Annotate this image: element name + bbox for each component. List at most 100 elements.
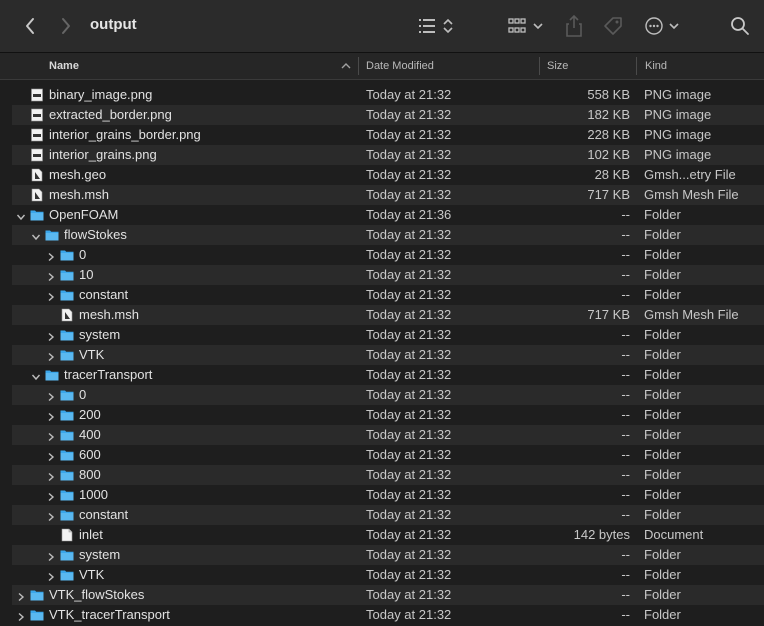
row-name: OpenFOAM (49, 207, 119, 222)
row-size: 558 KB (587, 87, 630, 102)
row-kind: Folder (644, 407, 681, 422)
column-divider[interactable] (539, 57, 540, 75)
row-size: -- (621, 587, 630, 602)
row-kind: Folder (644, 227, 681, 242)
table-row[interactable]: VTK_tracerTransport Today at 21:32 -- Folde… (12, 605, 764, 625)
column-header-date[interactable]: Date Modified (366, 53, 434, 79)
table-row[interactable]: system Today at 21:32 -- Folder (12, 545, 764, 565)
row-name: mesh.msh (49, 187, 109, 202)
chevron-right-icon[interactable] (46, 290, 56, 302)
column-header-kind[interactable]: Kind (645, 53, 667, 79)
table-row[interactable]: 1000 Today at 21:32 -- Folder (12, 485, 764, 505)
table-row[interactable]: interior_grains_border.png Today at 21:32… (12, 125, 764, 145)
chevron-right-icon[interactable] (16, 610, 26, 622)
chevron-up-icon[interactable] (340, 60, 352, 72)
folder-icon (60, 508, 74, 522)
chevron-right-icon[interactable] (46, 510, 56, 522)
row-date-modified: Today at 21:32 (366, 587, 452, 602)
table-row[interactable]: 200 Today at 21:32 -- Folder (12, 405, 764, 425)
chevron-right-icon[interactable] (46, 270, 56, 282)
table-row[interactable]: OpenFOAM Today at 21:36 -- Folder (12, 205, 764, 225)
row-kind: Folder (644, 607, 681, 622)
row-kind: Folder (644, 547, 681, 562)
row-size: -- (621, 467, 630, 482)
chevron-right-icon[interactable] (46, 490, 56, 502)
chevron-right-icon[interactable] (46, 450, 56, 462)
table-row[interactable]: 0 Today at 21:32 -- Folder (12, 385, 764, 405)
table-row[interactable]: 800 Today at 21:32 -- Folder (12, 465, 764, 485)
row-date-modified: Today at 21:32 (366, 467, 452, 482)
table-row[interactable]: constant Today at 21:32 -- Folder (12, 285, 764, 305)
table-row[interactable]: VTK Today at 21:32 -- Folder (12, 345, 764, 365)
gmsh-file-icon (30, 188, 44, 202)
chevron-right-icon[interactable] (16, 590, 26, 602)
row-kind: Folder (644, 247, 681, 262)
chevron-right-icon[interactable] (46, 570, 56, 582)
folder-icon (45, 368, 59, 382)
chevron-right-icon[interactable] (54, 14, 78, 38)
table-row[interactable]: tracerTransport Today at 21:32 -- Folder (12, 365, 764, 385)
table-row[interactable]: mesh.msh Today at 21:32 717 KB Gmsh Mesh Fi… (12, 185, 764, 205)
grid-view-icon[interactable] (506, 14, 548, 38)
table-row[interactable]: binary_image.png Today at 21:32 558 KB PNG … (12, 85, 764, 105)
column-divider[interactable] (358, 57, 359, 75)
table-row[interactable]: system Today at 21:32 -- Folder (12, 325, 764, 345)
folder-icon (30, 588, 44, 602)
column-header: Name Date Modified Size Kind (0, 53, 764, 80)
chevron-down-icon[interactable] (16, 210, 26, 221)
row-name: system (79, 547, 121, 562)
image-file-icon (30, 88, 44, 102)
chevron-right-icon[interactable] (46, 430, 56, 442)
column-divider[interactable] (636, 57, 637, 75)
row-name: interior_grains_border.png (49, 127, 201, 142)
chevron-right-icon[interactable] (46, 330, 56, 342)
table-row[interactable]: mesh.geo Today at 21:32 28 KB Gmsh...etry F… (12, 165, 764, 185)
table-row[interactable]: extracted_border.png Today at 21:32 182 KB… (12, 105, 764, 125)
table-row[interactable]: interior_grains.png Today at 21:32 102 KB P… (12, 145, 764, 165)
row-name: constant (79, 507, 129, 522)
table-row[interactable]: 400 Today at 21:32 -- Folder (12, 425, 764, 445)
column-header-size[interactable]: Size (547, 53, 568, 79)
row-date-modified: Today at 21:32 (366, 107, 452, 122)
table-row[interactable]: inlet Today at 21:32 142 bytes Document (12, 525, 764, 545)
chevron-down-icon[interactable] (31, 370, 41, 381)
image-file-icon (30, 128, 44, 142)
row-date-modified: Today at 21:32 (366, 427, 452, 442)
search-icon[interactable] (728, 14, 752, 38)
row-kind: Folder (644, 487, 681, 502)
chevron-left-icon[interactable] (18, 14, 42, 38)
share-icon[interactable] (562, 12, 586, 40)
table-row[interactable]: VTK Today at 21:32 -- Folder (12, 565, 764, 585)
row-date-modified: Today at 21:32 (366, 287, 452, 302)
row-name: 600 (79, 447, 101, 462)
table-row[interactable]: 0 Today at 21:32 -- Folder (12, 245, 764, 265)
table-row[interactable]: 600 Today at 21:32 -- Folder (12, 445, 764, 465)
chevron-right-icon[interactable] (46, 550, 56, 562)
table-row[interactable]: flowStokes Today at 21:32 -- Folder (12, 225, 764, 245)
chevron-right-icon[interactable] (46, 470, 56, 482)
folder-icon (60, 288, 74, 302)
chevron-right-icon[interactable] (46, 350, 56, 362)
row-kind: Folder (644, 287, 681, 302)
row-kind: Folder (644, 587, 681, 602)
list-view-icon[interactable] (414, 14, 460, 38)
table-row[interactable]: constant Today at 21:32 -- Folder (12, 505, 764, 525)
row-date-modified: Today at 21:32 (366, 607, 452, 622)
row-date-modified: Today at 21:32 (366, 227, 452, 242)
finder-window: output Name Date Modified Size Kind bina… (0, 0, 764, 626)
row-name: 10 (79, 267, 94, 282)
tag-icon[interactable] (600, 14, 626, 38)
chevron-right-icon[interactable] (46, 390, 56, 402)
ellipsis-icon[interactable] (642, 14, 684, 38)
folder-icon (60, 268, 74, 282)
row-size: -- (621, 567, 630, 582)
column-header-name[interactable]: Name (49, 53, 349, 79)
table-row[interactable]: 10 Today at 21:32 -- Folder (12, 265, 764, 285)
folder-icon (30, 208, 44, 222)
chevron-down-icon[interactable] (31, 230, 41, 241)
table-row[interactable]: mesh.msh Today at 21:32 717 KB Gmsh Mesh Fi… (12, 305, 764, 325)
chevron-right-icon[interactable] (46, 250, 56, 262)
row-kind: Folder (644, 427, 681, 442)
table-row[interactable]: VTK_flowStokes Today at 21:32 -- Folder (12, 585, 764, 605)
chevron-right-icon[interactable] (46, 410, 56, 422)
